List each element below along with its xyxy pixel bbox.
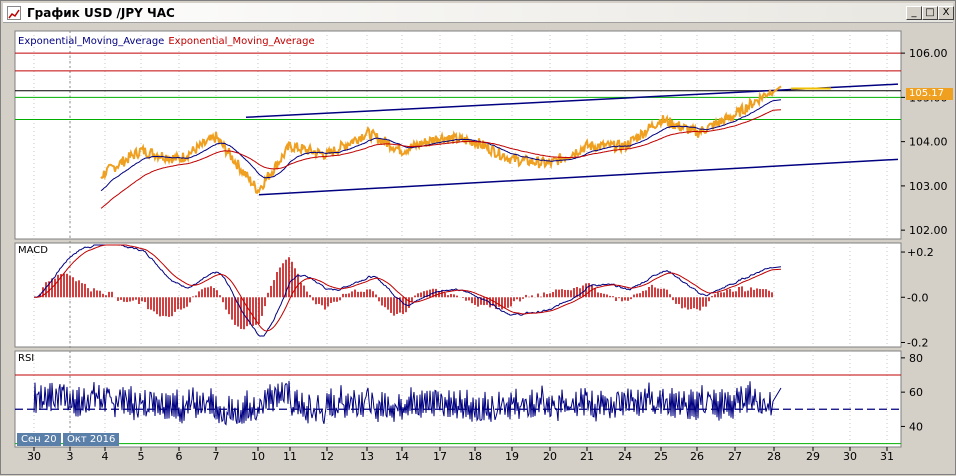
date-tick-label: 12 [320, 450, 334, 463]
macd-label: MACD [18, 245, 48, 256]
date-tick-label: 14 [395, 450, 409, 463]
date-label-cur: Окт 2016 [63, 433, 120, 446]
date-tick-label: 4 [102, 450, 109, 463]
date-tick-label: 25 [654, 450, 668, 463]
date-tick-label: 5 [138, 450, 145, 463]
date-tick-label: 28 [767, 450, 781, 463]
rsi-tick-label: 80 [909, 352, 923, 365]
macd-panel[interactable] [14, 242, 902, 348]
rsi-panel[interactable] [14, 350, 902, 448]
price-panel[interactable] [14, 30, 902, 240]
price-tick-label: 102.00 [909, 224, 948, 237]
date-tick-label: 19 [505, 450, 519, 463]
date-tick-label: 17 [433, 450, 447, 463]
rsi-tick-label: 60 [909, 386, 923, 399]
rsi-label: RSI [18, 353, 35, 364]
rsi-tick-label: 40 [909, 420, 923, 433]
date-tick-label: 30 [27, 450, 41, 463]
current-price-tag: 105.17 [906, 88, 953, 100]
ema-slow-legend: Exponential_Moving_Average [168, 36, 315, 47]
date-tick-label: 21 [580, 450, 594, 463]
macd-tick-label: -0.2 [907, 336, 928, 349]
price-tick-label: 103.00 [909, 180, 948, 193]
chart-canvas[interactable]: 106.00105.00104.00103.00102.00+0.2-0.0-0… [1, 1, 956, 476]
date-tick-label: 30 [843, 450, 857, 463]
macd-tick-label: -0.0 [907, 291, 928, 304]
date-tick-label: 26 [690, 450, 704, 463]
date-tick-label: 24 [618, 450, 632, 463]
chart-window: График USD /JPY ЧАС _ □ X 106.00105.0010… [0, 0, 956, 475]
date-tick-label: 13 [360, 450, 374, 463]
date-tick-label: 11 [283, 450, 297, 463]
date-tick-label: 10 [251, 450, 265, 463]
date-label-prev: Сен 20 [17, 433, 61, 446]
date-tick-label: 31 [880, 450, 894, 463]
date-tick-label: 6 [176, 450, 183, 463]
date-tick-label: 20 [543, 450, 557, 463]
price-tick-label: 106.00 [909, 47, 948, 60]
date-tick-label: 7 [213, 450, 220, 463]
date-tick-label: 3 [67, 450, 74, 463]
ema-fast-legend: Exponential_Moving_Average [18, 36, 165, 47]
price-tick-label: 104.00 [909, 136, 948, 149]
indicator-legend: Exponential_Moving_Average Exponential_Mo… [18, 36, 315, 47]
date-tick-label: 29 [806, 450, 820, 463]
date-tick-label: 27 [728, 450, 742, 463]
macd-tick-label: +0.2 [907, 246, 934, 259]
date-tick-label: 18 [468, 450, 482, 463]
